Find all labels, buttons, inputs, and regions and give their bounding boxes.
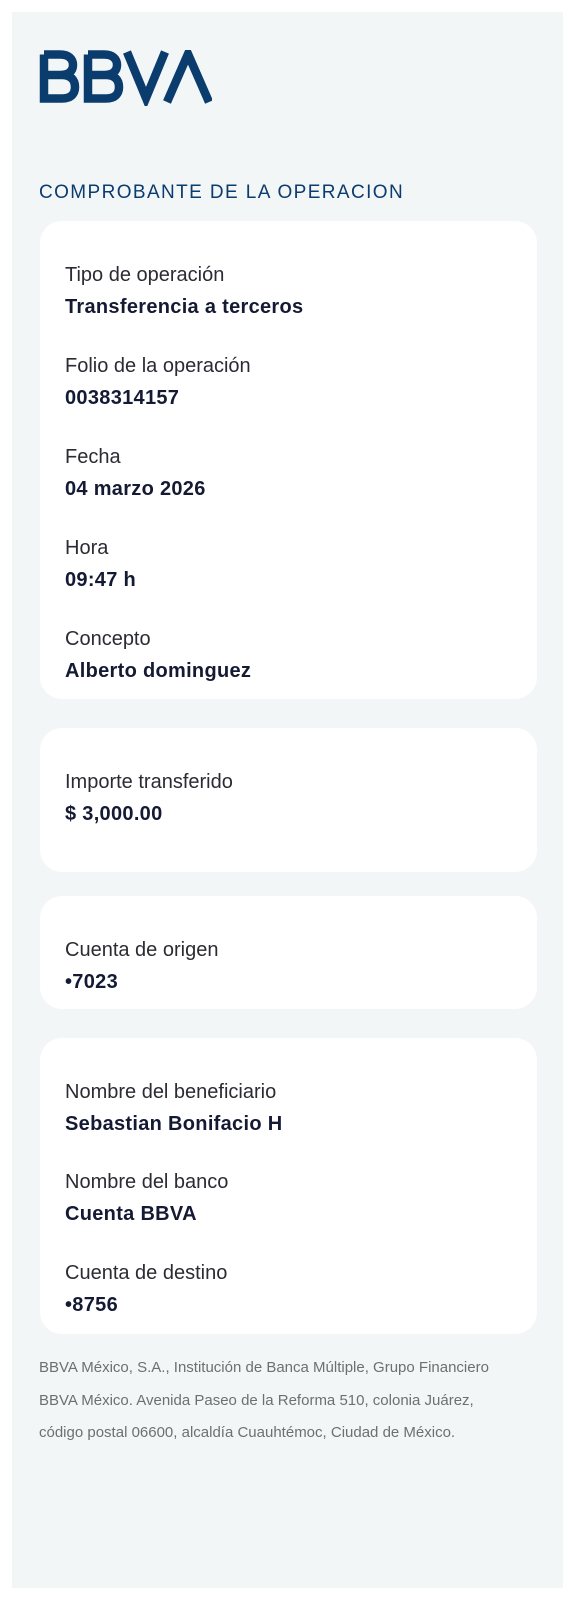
footer-line-3: código postal 06600, alcaldía Cuauhtémoc…: [39, 1424, 456, 1441]
origin-account-card: Cuenta de origen •7023: [40, 896, 537, 1009]
field-cuenta-destino: Cuenta de destino •8756: [65, 1261, 227, 1317]
bbva-logo-text: BBVA: [38, 106, 39, 107]
beneficiary-card: Nombre del beneficiario Sebastian Bonifa…: [40, 1038, 537, 1334]
beneficiario-label: Nombre del beneficiario: [65, 1081, 277, 1103]
field-beneficiario: Nombre del beneficiario Sebastian Bonifa…: [65, 1080, 282, 1136]
field-banco: Nombre del banco Cuenta BBVA: [65, 1170, 228, 1226]
tipo-value: Transferencia a terceros: [65, 296, 304, 318]
folio-value: 0038314157: [65, 387, 180, 409]
field-cuenta-origen: Cuenta de origen •7023: [65, 938, 218, 994]
hora-value: 09:47 h: [65, 569, 137, 591]
field-tipo: Tipo de operación Transferencia a tercer…: [65, 263, 303, 319]
banco-label: Nombre del banco: [65, 1171, 229, 1193]
beneficiario-value: Sebastian Bonifacio H: [65, 1113, 283, 1135]
tipo-label: Tipo de operación: [65, 264, 225, 286]
field-hora: Hora 09:47 h: [65, 536, 136, 592]
concepto-value: Alberto dominguez: [65, 660, 252, 682]
cuenta-destino-label: Cuenta de destino: [65, 1262, 228, 1284]
bbva-logo-mark: [39, 50, 212, 106]
receipt-title: COMPROBANTE DE LA OPERACION: [39, 182, 405, 203]
importe-value: $ 3,000.00: [65, 803, 163, 825]
operation-details-card: Tipo de operación Transferencia a tercer…: [40, 221, 537, 699]
folio-label: Folio de la operación: [65, 355, 251, 377]
field-folio: Folio de la operación 0038314157: [65, 354, 251, 410]
amount-card: Importe transferido $ 3,000.00: [40, 728, 537, 872]
banco-value: Cuenta BBVA: [65, 1203, 197, 1225]
concepto-label: Concepto: [65, 628, 151, 650]
bbva-logo: BBVA: [38, 50, 212, 106]
field-importe: Importe transferido $ 3,000.00: [65, 770, 233, 826]
cuenta-origen-label: Cuenta de origen: [65, 939, 219, 961]
field-concepto: Concepto Alberto dominguez: [65, 627, 251, 683]
legal-footer: BBVA México, S.A., Institución de Banca …: [39, 1352, 544, 1450]
fecha-value: 04 marzo 2026: [65, 478, 206, 500]
footer-line-2: BBVA México. Avenida Paseo de la Reforma…: [39, 1391, 474, 1409]
cuenta-destino-value: •8756: [65, 1294, 118, 1316]
importe-label: Importe transferido: [65, 771, 233, 793]
fecha-label: Fecha: [65, 446, 121, 468]
cuenta-origen-value: •7023: [65, 971, 118, 993]
field-fecha: Fecha 04 marzo 2026: [65, 445, 206, 501]
footer-line-1: BBVA México, S.A., Institución de Banca …: [39, 1359, 489, 1376]
hora-label: Hora: [65, 537, 109, 559]
